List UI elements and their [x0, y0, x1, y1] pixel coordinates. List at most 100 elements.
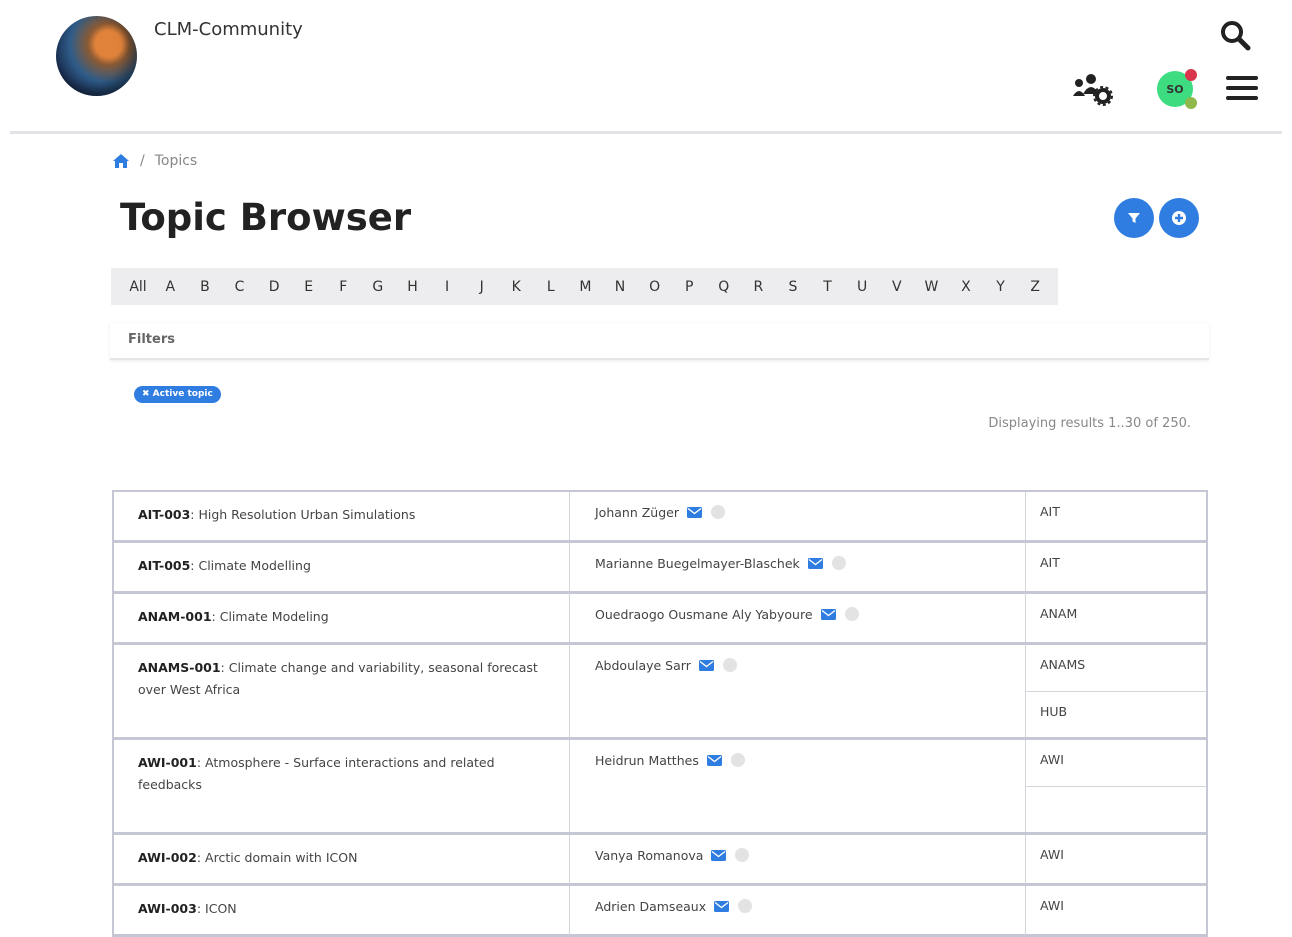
- topics-table: AIT-003: High Resolution Urban Simulatio…: [112, 490, 1208, 937]
- topic-link[interactable]: AWI-003: ICON: [138, 901, 237, 916]
- page-title: Topic Browser: [120, 196, 412, 239]
- letter-n[interactable]: N: [603, 279, 638, 295]
- presence-status-icon: [722, 658, 737, 672]
- contact-name[interactable]: Ouedraogo Ousmane Aly Yabyoure: [595, 606, 813, 624]
- contact-name[interactable]: Adrien Damseaux: [595, 898, 706, 916]
- presence-status-icon: [844, 607, 859, 621]
- contact-cell: Vanya Romanova: [570, 835, 1026, 883]
- letter-o[interactable]: O: [637, 279, 672, 295]
- table-row: ANAM-001: Climate Modeling Ouedraogo Ousm…: [112, 594, 1208, 645]
- topic-title: : Climate Modeling: [211, 609, 329, 624]
- letter-e[interactable]: E: [291, 279, 326, 295]
- filter-icon: [1128, 213, 1140, 223]
- group-label[interactable]: AIT: [1026, 543, 1206, 591]
- letter-a[interactable]: A: [153, 279, 188, 295]
- contact-cell: Johann Züger: [570, 492, 1026, 540]
- header-divider: [10, 131, 1282, 134]
- envelope-icon[interactable]: [706, 755, 722, 766]
- topic-link[interactable]: AWI-002: Arctic domain with ICON: [138, 850, 357, 865]
- group-cell: AIT: [1026, 492, 1206, 540]
- group-label[interactable]: AWI: [1026, 886, 1206, 934]
- topic-cell: ANAM-001: Climate Modeling: [114, 594, 570, 642]
- topic-cell: AWI-002: Arctic domain with ICON: [114, 835, 570, 883]
- group-label[interactable]: AWI: [1026, 835, 1206, 883]
- group-label[interactable]: ANAMS: [1026, 645, 1206, 691]
- home-icon[interactable]: [112, 153, 130, 169]
- group-label[interactable]: [1026, 786, 1206, 832]
- topic-cell: AWI-003: ICON: [114, 886, 570, 934]
- breadcrumb-current: Topics: [154, 153, 198, 169]
- groups-settings-icon[interactable]: [1071, 72, 1115, 106]
- topic-link[interactable]: AIT-003: High Resolution Urban Simulatio…: [138, 507, 415, 522]
- topic-cell: AWI-001: Atmosphere - Surface interactio…: [114, 740, 570, 832]
- topic-title: : Arctic domain with ICON: [196, 850, 358, 865]
- topic-link[interactable]: AWI-001: Atmosphere - Surface interactio…: [138, 755, 495, 792]
- breadcrumb-separator: /: [140, 153, 145, 169]
- filters-panel-toggle[interactable]: Filters: [110, 323, 1209, 360]
- contact-cell: Adrien Damseaux: [570, 886, 1026, 934]
- letter-c[interactable]: C: [222, 279, 257, 295]
- contact-name[interactable]: Marianne Buegelmayer-Blaschek: [595, 555, 800, 573]
- letter-z[interactable]: Z: [1018, 279, 1053, 295]
- letter-g[interactable]: G: [361, 279, 396, 295]
- table-row: AWI-003: ICON Adrien Damseaux AWI: [112, 886, 1208, 937]
- table-row: AIT-005: Climate Modelling Marianne Buege…: [112, 543, 1208, 594]
- group-label[interactable]: AWI: [1026, 740, 1206, 786]
- letter-d[interactable]: D: [257, 279, 292, 295]
- contact-name[interactable]: Vanya Romanova: [595, 847, 703, 865]
- letter-y[interactable]: Y: [983, 279, 1018, 295]
- topic-code: ANAMS-001: [138, 660, 221, 675]
- presence-status-icon: [730, 753, 745, 767]
- letter-all[interactable]: All: [123, 279, 153, 295]
- hamburger-menu-icon[interactable]: [1226, 76, 1258, 106]
- letter-f[interactable]: F: [326, 279, 361, 295]
- contact-cell: Heidrun Matthes: [570, 740, 1026, 832]
- contact-name[interactable]: Heidrun Matthes: [595, 752, 699, 770]
- letter-h[interactable]: H: [395, 279, 430, 295]
- envelope-icon[interactable]: [698, 660, 714, 671]
- letter-k[interactable]: K: [499, 279, 534, 295]
- active-topic-filter-chip[interactable]: ✖ Active topic: [134, 386, 221, 403]
- letter-j[interactable]: J: [464, 279, 499, 295]
- filter-button[interactable]: [1114, 198, 1154, 238]
- group-cell: ANAMS HUB: [1026, 645, 1206, 737]
- group-label[interactable]: HUB: [1026, 691, 1206, 737]
- search-icon[interactable]: [1218, 18, 1252, 52]
- site-title[interactable]: CLM-Community: [154, 19, 303, 40]
- letter-q[interactable]: Q: [707, 279, 742, 295]
- letter-m[interactable]: M: [568, 279, 603, 295]
- envelope-icon[interactable]: [820, 609, 836, 620]
- site-logo[interactable]: [56, 16, 137, 96]
- letter-i[interactable]: I: [430, 279, 465, 295]
- letter-x[interactable]: X: [949, 279, 984, 295]
- topic-code: ANAM-001: [138, 609, 212, 624]
- user-avatar[interactable]: SO: [1157, 69, 1197, 109]
- letter-b[interactable]: B: [188, 279, 223, 295]
- contact-name[interactable]: Johann Züger: [595, 504, 679, 522]
- letter-s[interactable]: S: [776, 279, 811, 295]
- notification-dot: [1185, 69, 1197, 81]
- envelope-icon[interactable]: [686, 507, 702, 518]
- add-topic-button[interactable]: [1159, 198, 1199, 238]
- envelope-icon[interactable]: [711, 850, 727, 861]
- topic-link[interactable]: AIT-005: Climate Modelling: [138, 558, 311, 573]
- topic-cell: AIT-005: Climate Modelling: [114, 543, 570, 591]
- contact-name[interactable]: Abdoulaye Sarr: [595, 657, 691, 675]
- letter-r[interactable]: R: [741, 279, 776, 295]
- topic-code: AIT-003: [138, 507, 191, 522]
- letter-l[interactable]: L: [534, 279, 569, 295]
- topic-cell: AIT-003: High Resolution Urban Simulatio…: [114, 492, 570, 540]
- letter-t[interactable]: T: [810, 279, 845, 295]
- group-cell: AWI: [1026, 835, 1206, 883]
- status-dot: [1185, 97, 1197, 109]
- envelope-icon[interactable]: [807, 558, 823, 569]
- group-label[interactable]: ANAM: [1026, 594, 1206, 642]
- topic-link[interactable]: ANAMS-001: Climate change and variabilit…: [138, 660, 538, 697]
- letter-u[interactable]: U: [845, 279, 880, 295]
- group-label[interactable]: AIT: [1026, 492, 1206, 540]
- topic-link[interactable]: ANAM-001: Climate Modeling: [138, 609, 329, 624]
- letter-v[interactable]: V: [879, 279, 914, 295]
- letter-p[interactable]: P: [672, 279, 707, 295]
- envelope-icon[interactable]: [714, 901, 730, 912]
- letter-w[interactable]: W: [914, 279, 949, 295]
